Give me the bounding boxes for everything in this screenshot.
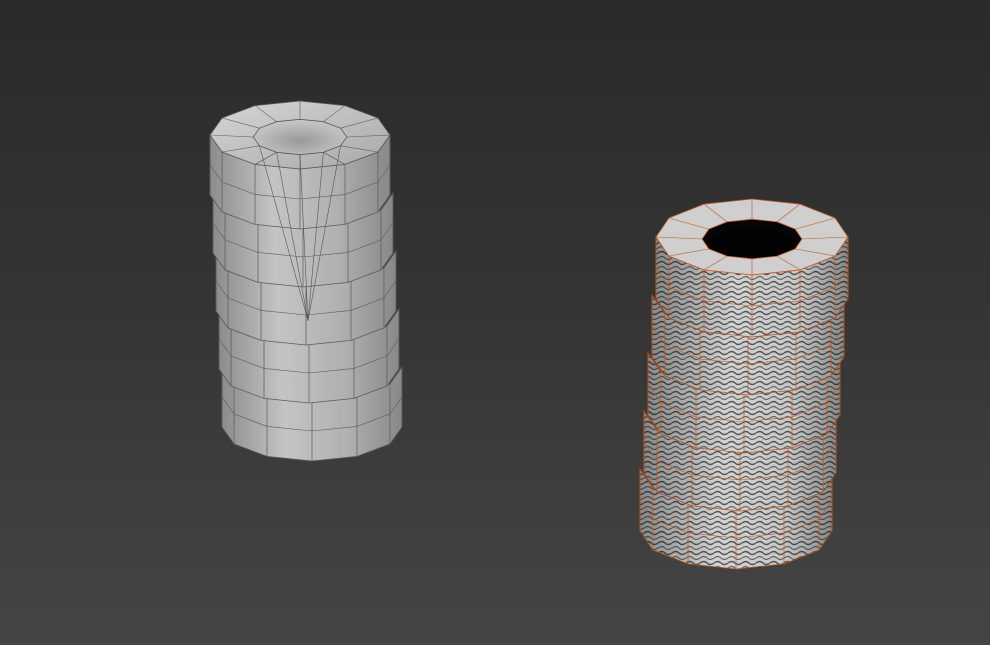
tire-stack-unselected[interactable] bbox=[209, 100, 403, 462]
tire-stack-selected[interactable] bbox=[639, 198, 849, 570]
viewport-scene[interactable] bbox=[0, 0, 990, 645]
tire bbox=[655, 198, 849, 338]
3d-viewport[interactable] bbox=[0, 0, 990, 645]
